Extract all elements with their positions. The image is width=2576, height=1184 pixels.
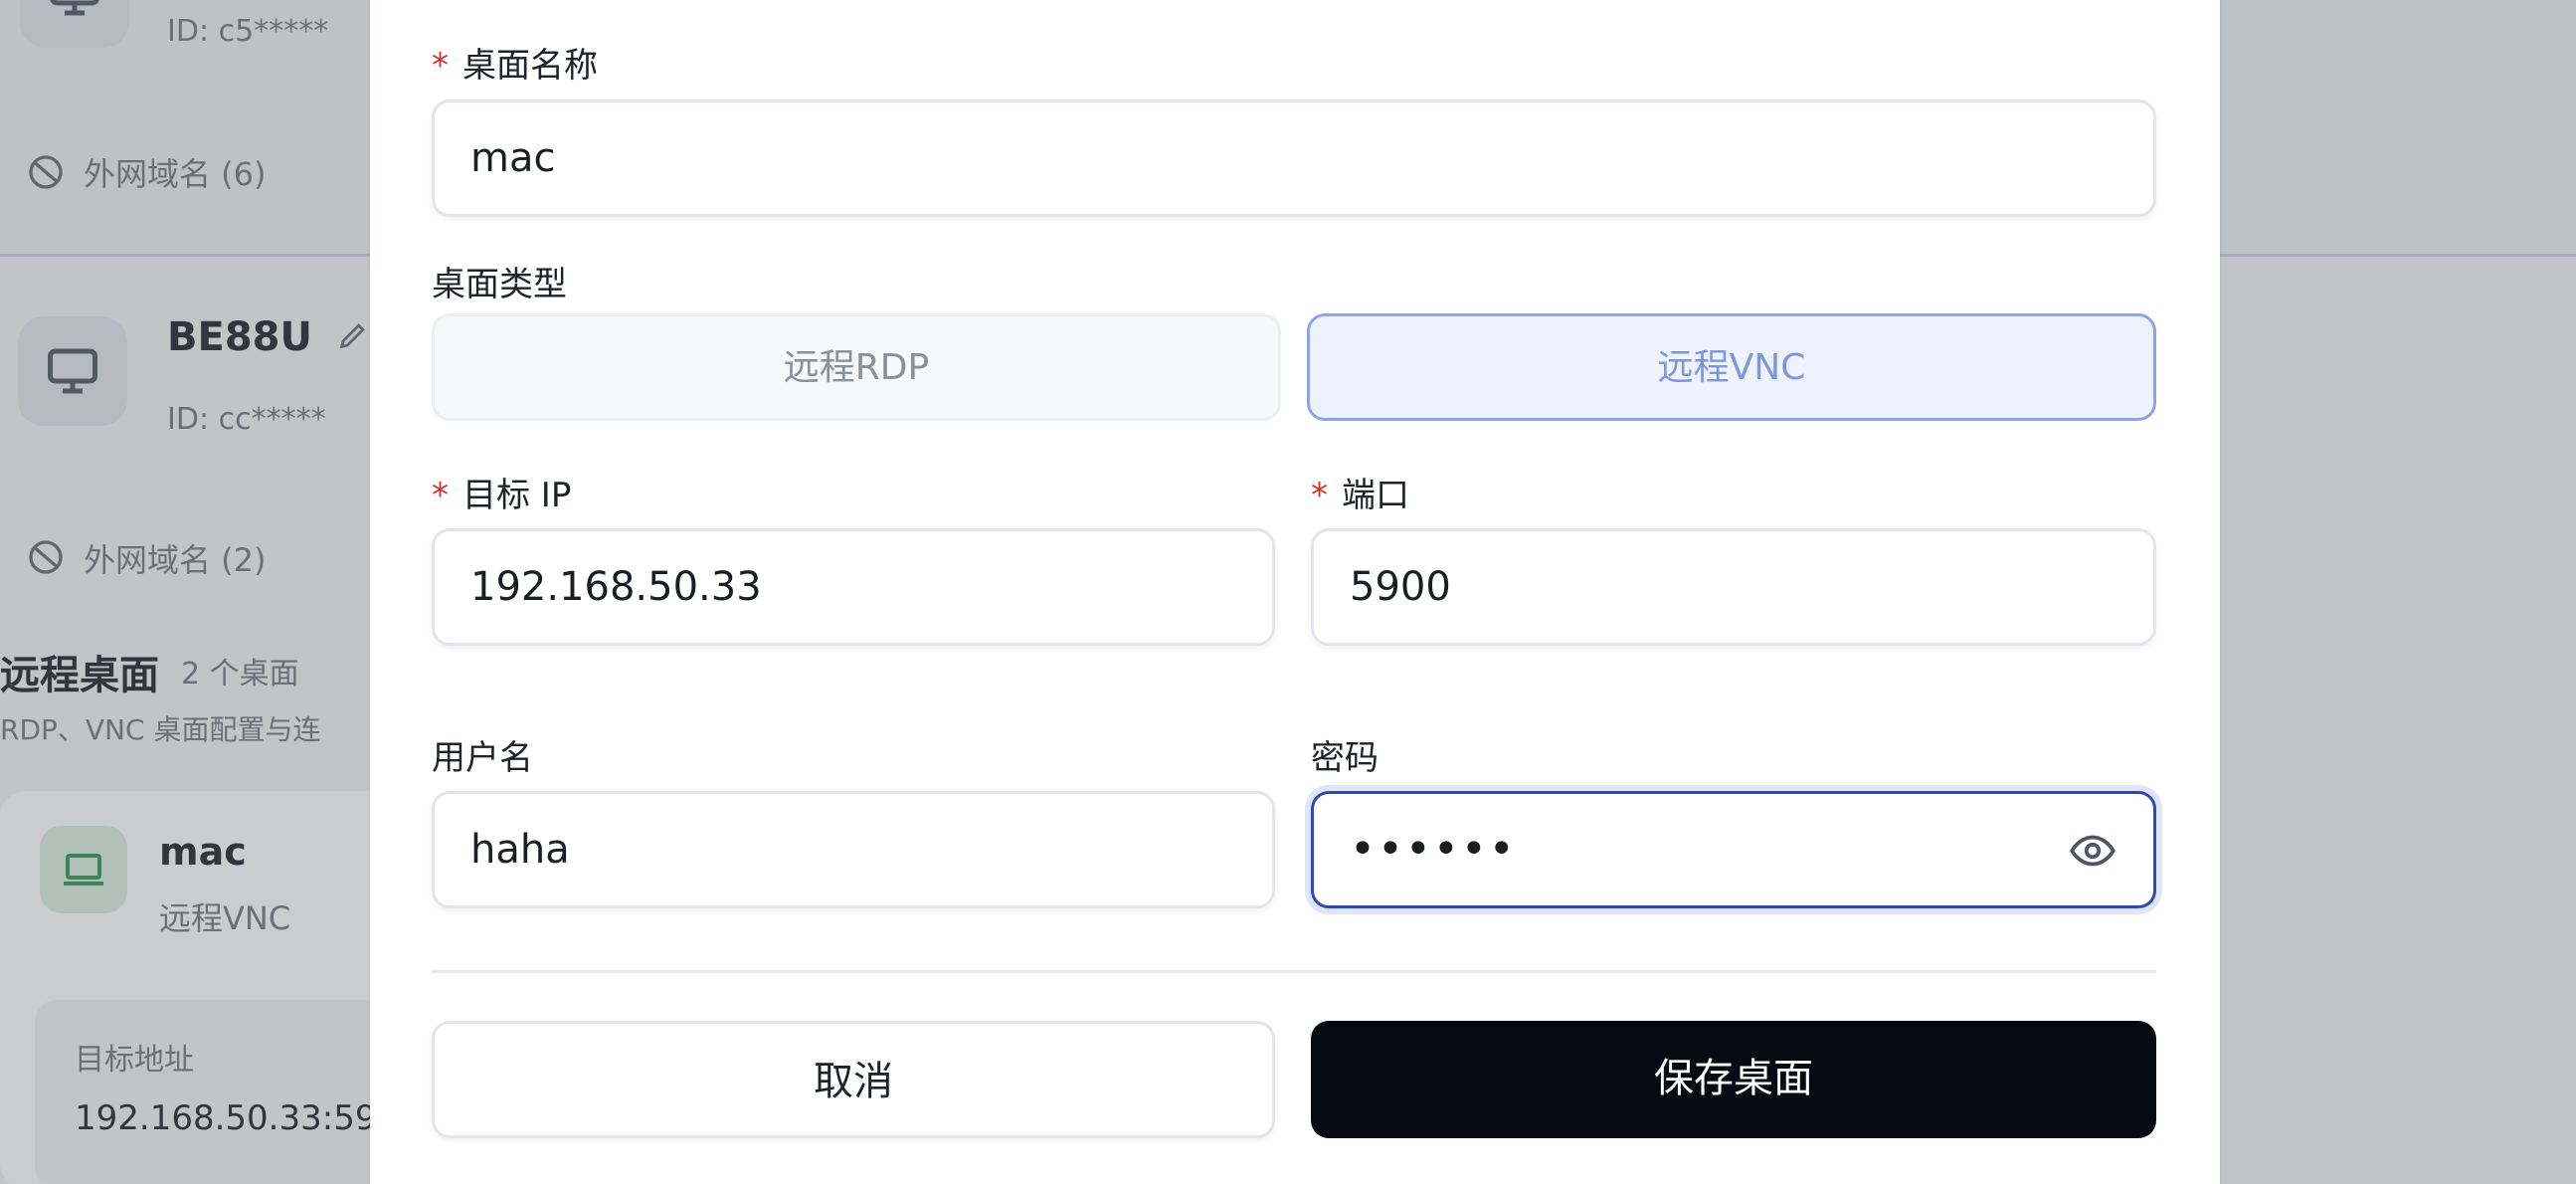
port-label-text: 端口 xyxy=(1342,476,1409,515)
target-ip-label-text: 目标 IP xyxy=(462,476,572,515)
target-ip-value: 192.168.50.33 xyxy=(470,564,762,610)
desktop-name-input[interactable]: mac xyxy=(432,99,2156,217)
desktop-name-value: mac xyxy=(470,135,556,181)
save-desktop-button[interactable]: 保存桌面 xyxy=(1311,1021,2156,1138)
port-input[interactable]: 5900 xyxy=(1311,528,2156,646)
desktop-name-label-text: 桌面名称 xyxy=(462,46,598,86)
username-value: haha xyxy=(470,827,570,873)
password-input[interactable]: •••••• xyxy=(1311,791,2156,908)
footer-divider xyxy=(432,970,2156,973)
username-label: 用户名 xyxy=(432,738,533,778)
password-value: •••••• xyxy=(1350,824,1517,875)
required-mark: * xyxy=(432,476,449,515)
port-label: * 端口 xyxy=(1311,468,1409,516)
desktop-name-label: * 桌面名称 xyxy=(432,38,598,87)
target-ip-input[interactable]: 192.168.50.33 xyxy=(432,528,1275,646)
required-mark: * xyxy=(1311,476,1328,515)
type-option-rdp[interactable]: 远程RDP xyxy=(432,313,1281,421)
required-mark: * xyxy=(432,46,449,86)
port-value: 5900 xyxy=(1350,564,1451,610)
cancel-button[interactable]: 取消 xyxy=(432,1021,1275,1138)
password-label: 密码 xyxy=(1311,738,1379,778)
type-option-vnc[interactable]: 远程VNC xyxy=(1307,313,2156,421)
target-ip-label: * 目标 IP xyxy=(432,468,571,516)
username-input[interactable]: haha xyxy=(432,791,1275,908)
eye-icon[interactable] xyxy=(2068,826,2117,876)
desktop-type-label: 桌面类型 xyxy=(432,265,567,304)
